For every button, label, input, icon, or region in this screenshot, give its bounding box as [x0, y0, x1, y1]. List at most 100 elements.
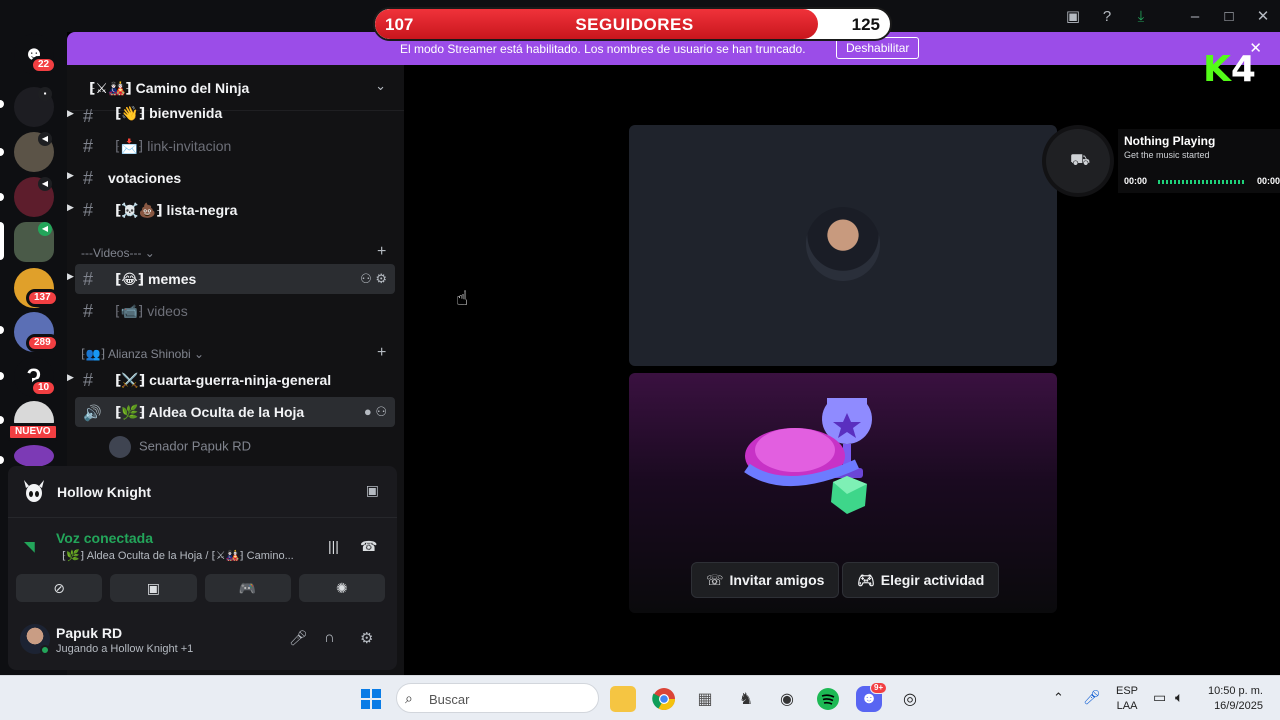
- gear-icon[interactable]: ⚙: [375, 271, 387, 286]
- channel-link-invitacion[interactable]: # ⁅📩⁆ link-invitacion: [75, 131, 395, 161]
- help-icon[interactable]: ?: [1090, 0, 1124, 32]
- inbox-icon[interactable]: ▣: [1056, 0, 1090, 32]
- stream-screen-icon[interactable]: ▣: [366, 482, 379, 499]
- activity-game-name: Hollow Knight: [57, 484, 152, 500]
- invite-icon[interactable]: ⚇: [375, 404, 387, 419]
- maximize-icon[interactable]: □: [1212, 0, 1246, 32]
- window-controls: ▣ ? ⤓ – □ ✕: [1056, 0, 1280, 32]
- hollow-knight-icon: [24, 480, 44, 502]
- hollow-knight-taskbar-icon[interactable]: ♞: [733, 686, 759, 712]
- calculator-icon[interactable]: ▦: [692, 686, 718, 712]
- voice-member-name: Senador Papuk RD: [139, 438, 252, 454]
- user-panel: Hollow Knight ▣ ◥ Voz conectada ⁅🌿⁆ Alde…: [8, 466, 397, 670]
- channel-memes[interactable]: ▶ # ⁅😂⁆ memes ⚇ ⚙: [67, 264, 395, 294]
- channel-cuarta-guerra-ninja-general[interactable]: ▶ # ⁅⚔️⁆ cuarta-guerra-ninja-general: [67, 365, 395, 395]
- unread-pill: [0, 100, 4, 108]
- taskbar-search[interactable]: ⌕ Buscar: [396, 683, 599, 713]
- speaker-icon: ◀: [38, 132, 52, 146]
- kick-viewer-count: 4: [1230, 49, 1256, 90]
- server-badge: 289: [26, 334, 59, 352]
- participant-tile[interactable]: [629, 125, 1057, 366]
- channel-lista-negra[interactable]: ▶ # ⁅☠️💩⁆ lista-negra: [67, 195, 395, 225]
- hash-icon: #: [83, 136, 94, 156]
- add-channel-icon[interactable]: +: [377, 344, 386, 362]
- server-name: ⁅⚔🎎⁆ Camino del Ninja: [89, 80, 250, 96]
- activities-button[interactable]: 🎮: [204, 574, 291, 602]
- server-icon-8[interactable]: [14, 445, 54, 467]
- follower-goal-widget: 107 SEGUIDORES 125: [373, 7, 892, 41]
- chevron-down-icon[interactable]: ⌄: [375, 78, 386, 94]
- category-label: ⁅👥⁆ Alianza Shinobi: [81, 347, 191, 361]
- voice-channel-aldea-oculta[interactable]: 🔊 ⁅🌿⁆ Aldea Oculta de la Hoja ● ⚇: [75, 397, 395, 427]
- search-icon: ⌕: [405, 690, 413, 706]
- disconnect-icon[interactable]: ☎: [360, 538, 377, 555]
- voice-state[interactable]: Voz conectada: [56, 530, 153, 546]
- category-alianza-shinobi[interactable]: ⁅👥⁆ Alianza Shinobi ⌄ +: [81, 344, 386, 361]
- language-indicator[interactable]: ESP LAA: [1116, 685, 1138, 720]
- unread-pill: [0, 193, 4, 201]
- channel-label: ⁅⚔️⁆ cuarta-guerra-ninja-general: [115, 372, 332, 388]
- gear-icon[interactable]: ⚙: [360, 629, 373, 647]
- speaker-icon: ◀: [38, 222, 52, 236]
- category-videos[interactable]: ---Videos--- ⌄ +: [81, 243, 386, 260]
- chevron-up-icon[interactable]: ⌃: [1053, 690, 1064, 720]
- unread-arrow-icon: ▶: [67, 108, 74, 118]
- chat-icon[interactable]: ●: [364, 404, 372, 419]
- online-status-dot: [40, 645, 50, 655]
- banner-text: El modo Streamer está habilitado. Los no…: [400, 42, 806, 56]
- now-playing-time-end: 00:00: [1256, 176, 1280, 186]
- chrome-icon[interactable]: [651, 686, 677, 712]
- add-channel-icon[interactable]: +: [377, 243, 386, 261]
- headphones-icon[interactable]: ∩: [324, 629, 335, 646]
- voice-member[interactable]: Senador Papuk RD: [109, 436, 251, 458]
- signal-icon[interactable]: ◥: [24, 538, 35, 555]
- category-label: ---Videos---: [81, 246, 142, 260]
- unread-pill: [0, 326, 4, 334]
- camera-off-button[interactable]: ⊘: [16, 574, 103, 602]
- microphone-icon[interactable]: 🎤︎: [1083, 689, 1101, 720]
- server-badge: 137: [26, 289, 59, 307]
- download-icon[interactable]: ⤓: [1124, 0, 1158, 32]
- close-icon[interactable]: ✕: [1246, 0, 1280, 32]
- user-status: Jugando a Hollow Knight +1: [56, 643, 194, 655]
- music-disc: ⛟: [1046, 129, 1110, 193]
- microphone-icon[interactable]: 🎤︎: [289, 629, 308, 647]
- clock-date: 16/9/2025: [1214, 700, 1263, 712]
- soundboard-button[interactable]: ✺: [298, 574, 385, 602]
- channel-label: ⁅📩⁆ link-invitacion: [115, 138, 232, 154]
- volume-icon[interactable]: 🔈︎: [1175, 689, 1183, 720]
- voice-location[interactable]: ⁅🌿⁆ Aldea Oculta de la Hoja / ⁅⚔🎎⁆ Camin…: [62, 549, 294, 562]
- choose-activity-button[interactable]: 🎮︎ Elegir actividad: [842, 562, 1000, 598]
- now-playing-widget: ⛟ Nothing Playing Get the music started …: [1046, 125, 1280, 197]
- mouse-software-icon[interactable]: ◉: [774, 686, 800, 712]
- unread-arrow-icon: ▶: [67, 170, 74, 180]
- minimize-icon[interactable]: –: [1178, 0, 1212, 32]
- unread-arrow-icon: ▶: [67, 372, 74, 382]
- channel-bienvenida[interactable]: ▶ # ⁅👋⁆ bienvenida: [67, 101, 395, 127]
- file-explorer-icon[interactable]: [610, 686, 636, 712]
- participant-avatar: [806, 207, 880, 281]
- channel-actions: ⚇ ⚙: [360, 271, 387, 287]
- network-icon[interactable]: ▭: [1153, 689, 1166, 720]
- now-playing-title: Nothing Playing: [1124, 134, 1216, 148]
- spotify-icon[interactable]: [815, 686, 841, 712]
- now-playing-progress: [1158, 180, 1246, 184]
- user-name[interactable]: Papuk RD: [56, 625, 122, 641]
- clock[interactable]: 10:50 p. m. 16/9/2025: [1203, 685, 1263, 720]
- invite-friends-button[interactable]: ☏ Invitar amigos: [691, 562, 840, 598]
- channel-videos[interactable]: # ⁅📹⁆ videos: [75, 296, 395, 326]
- unread-arrow-icon: ▶: [67, 271, 74, 281]
- unread-pill: [0, 456, 4, 464]
- avatar: [109, 436, 131, 458]
- channel-label: ⁅🌿⁆ Aldea Oculta de la Hoja: [115, 404, 305, 420]
- noise-suppression-icon[interactable]: |||: [328, 538, 339, 554]
- obs-icon[interactable]: ◎: [897, 686, 923, 712]
- windows-start-icon[interactable]: [358, 686, 384, 712]
- channel-votaciones[interactable]: ▶ # votaciones: [67, 163, 395, 193]
- share-screen-button[interactable]: ▣: [110, 574, 197, 602]
- clock-time: 10:50 p. m.: [1207, 685, 1263, 697]
- channel-label: ⁅📹⁆ videos: [115, 303, 188, 319]
- unread-arrow-icon: ▶: [67, 202, 74, 212]
- language-secondary: LAA: [1116, 700, 1138, 712]
- invite-icon[interactable]: ⚇: [360, 271, 372, 286]
